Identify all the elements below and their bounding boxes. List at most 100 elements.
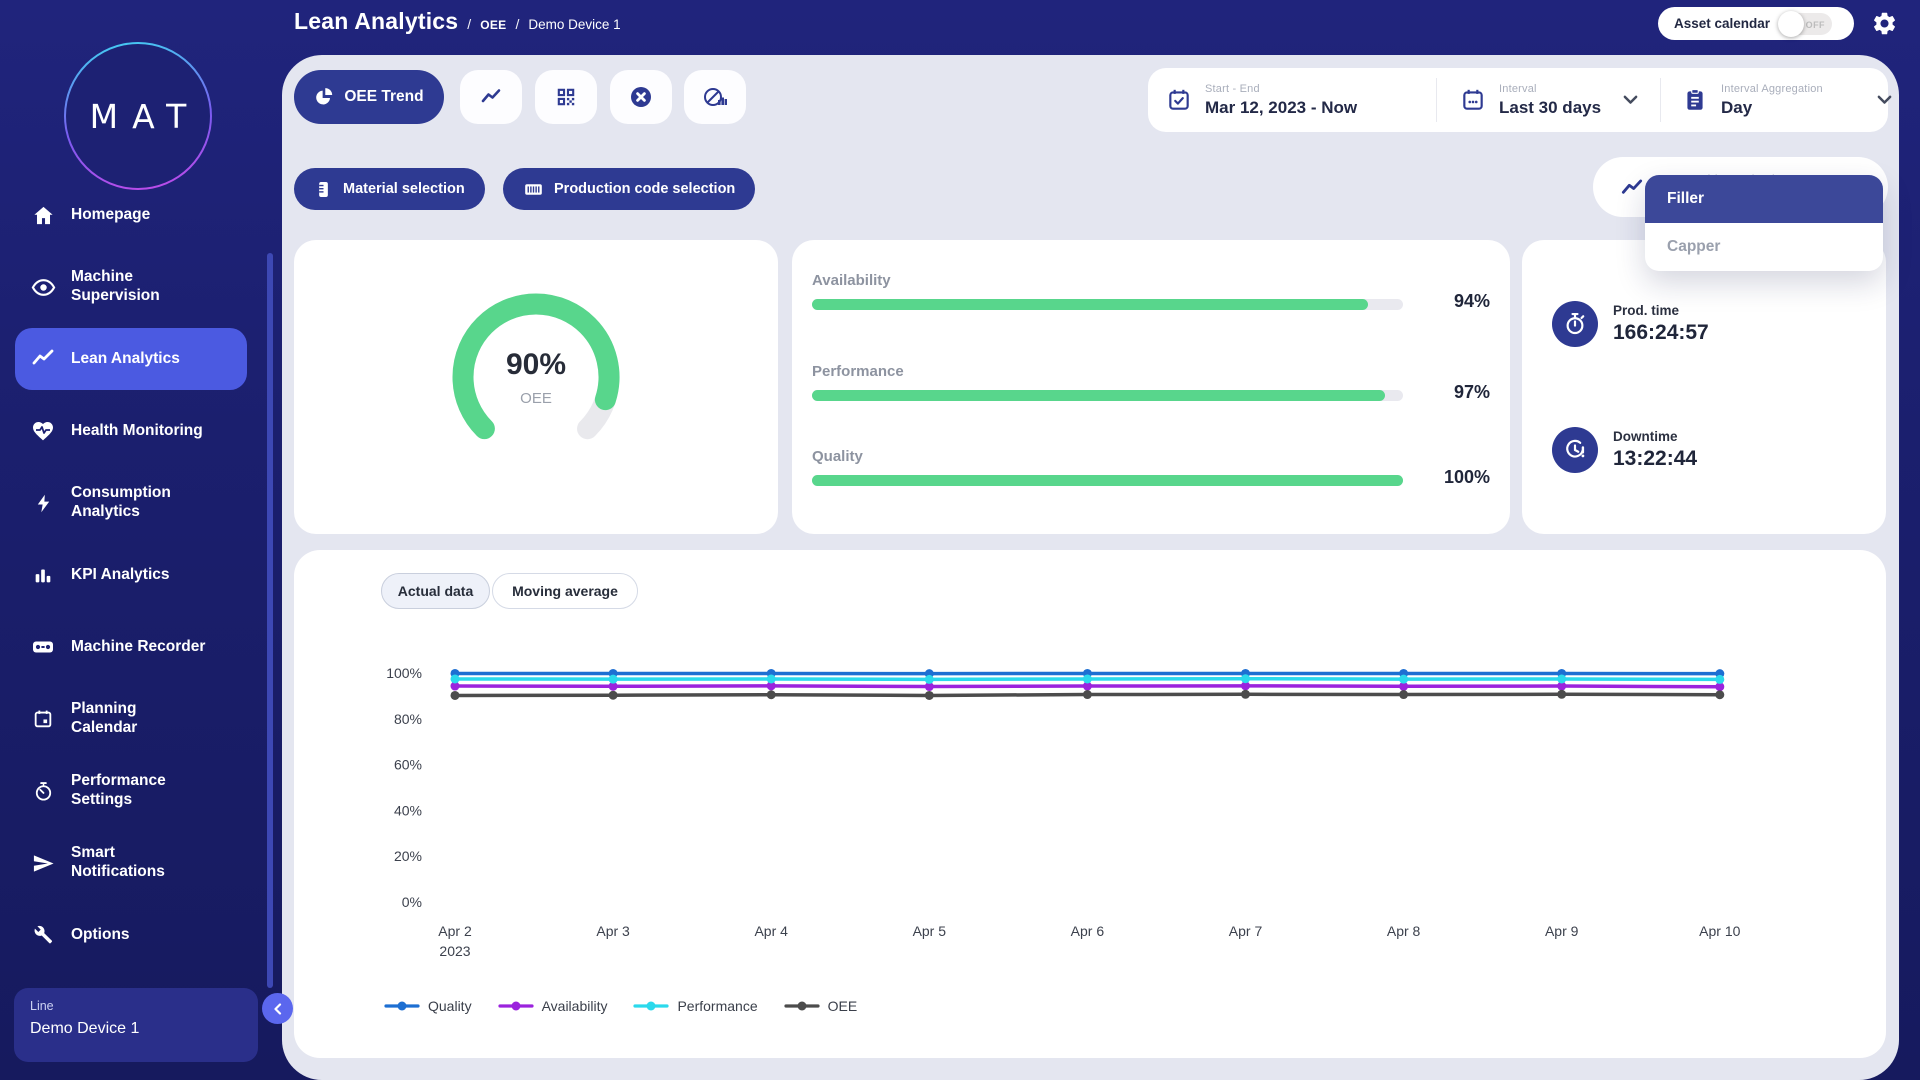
data-point[interactable] <box>1399 675 1408 684</box>
data-point[interactable] <box>1715 675 1724 684</box>
sidebar-item-performance-settings[interactable]: Performance Settings <box>0 755 282 827</box>
prod-time-value: 166:24:57 <box>1613 321 1709 345</box>
dropdown-option-filler[interactable]: Filler <box>1645 175 1883 223</box>
page-title: Lean Analytics <box>294 8 458 35</box>
performance-bar-row: Performance 97% <box>812 363 1490 380</box>
dropdown-option-capper[interactable]: Capper <box>1645 223 1883 271</box>
machine-selection-dropdown: Filler Capper <box>1645 175 1883 271</box>
legend-label: OEE <box>828 998 858 1014</box>
sidebar-item-lean-analytics[interactable]: Lean Analytics <box>0 323 282 395</box>
bolt-icon <box>30 490 56 516</box>
toggle-knob[interactable] <box>1778 11 1804 37</box>
data-point[interactable] <box>609 675 618 684</box>
data-point[interactable] <box>767 690 776 699</box>
sidebar-item-smart-notifications[interactable]: Smart Notifications <box>0 827 282 899</box>
legend-item-quality[interactable]: Quality <box>384 998 472 1014</box>
data-point[interactable] <box>609 691 618 700</box>
sidebar: MAT Homepage Machine Supervision Lean An… <box>0 0 282 1080</box>
sidebar-item-machine-supervision[interactable]: Machine Supervision <box>0 251 282 323</box>
data-point[interactable] <box>925 675 934 684</box>
x-axis-tick: Apr 4 <box>754 923 788 939</box>
data-point[interactable] <box>767 674 776 683</box>
availability-value: 94% <box>1454 291 1490 312</box>
chevron-down-icon <box>1877 95 1892 105</box>
legend-item-availability[interactable]: Availability <box>498 998 608 1014</box>
interval-value: Last 30 days <box>1499 98 1601 118</box>
prod-time-row: Prod. time 166:24:57 <box>1552 301 1709 347</box>
device-card[interactable]: Line Demo Device 1 <box>14 988 258 1062</box>
downtime-value: 13:22:44 <box>1613 447 1697 471</box>
data-point[interactable] <box>1557 690 1566 699</box>
chevron-down-icon <box>1623 95 1638 105</box>
divider <box>1436 78 1437 122</box>
aggregation-select[interactable]: Interval Aggregation Day <box>1682 68 1892 132</box>
availability-bar-fill <box>812 299 1368 310</box>
start-end-label: Start - End <box>1205 83 1357 95</box>
data-point[interactable] <box>1083 690 1092 699</box>
send-icon <box>30 850 56 876</box>
sidebar-item-health-monitoring[interactable]: Health Monitoring <box>0 395 282 467</box>
no-data-chart-button[interactable] <box>684 70 746 124</box>
breadcrumb-separator: / <box>467 16 471 32</box>
clipboard-icon <box>1682 87 1708 113</box>
data-point[interactable] <box>1557 674 1566 683</box>
tab-actual-data[interactable]: Actual data <box>381 573 490 609</box>
sidebar-item-homepage[interactable]: Homepage <box>0 179 282 251</box>
settings-gear-icon[interactable] <box>1871 10 1898 37</box>
legend-label: Quality <box>428 998 472 1014</box>
legend-marker <box>498 1000 534 1012</box>
clear-selection-button[interactable] <box>610 70 672 124</box>
sidebar-item-machine-recorder[interactable]: Machine Recorder <box>0 611 282 683</box>
data-point[interactable] <box>1399 690 1408 699</box>
data-point[interactable] <box>1241 690 1250 699</box>
breadcrumb-device[interactable]: Demo Device 1 <box>528 17 620 32</box>
asset-calendar-toggle-pill[interactable]: Asset calendar OFF <box>1658 7 1854 40</box>
oee-trend-button[interactable]: OEE Trend <box>294 70 444 124</box>
performance-value: 97% <box>1454 382 1490 403</box>
breadcrumb-oee[interactable]: OEE <box>480 18 506 32</box>
y-axis-tick: 0% <box>402 894 422 910</box>
wrench-icon <box>30 922 56 948</box>
x-axis-tick: Apr 3 <box>596 923 630 939</box>
x-axis-year-label: 2023 <box>439 943 470 959</box>
data-point[interactable] <box>451 674 460 683</box>
production-code-selection-button[interactable]: Production code selection <box>503 168 755 210</box>
barcode-icon <box>523 179 544 200</box>
quality-label: Quality <box>812 448 1490 465</box>
material-selection-button[interactable]: Material selection <box>294 168 485 210</box>
x-axis-tick: Apr 7 <box>1229 923 1263 939</box>
interval-select[interactable]: Interval Last 30 days <box>1460 68 1638 132</box>
sidebar-collapse-button[interactable] <box>262 993 293 1024</box>
tab-moving-average[interactable]: Moving average <box>492 573 638 609</box>
interval-label: Interval <box>1499 83 1601 95</box>
x-axis-tick: Apr 9 <box>1545 923 1579 939</box>
quality-bar-row: Quality 100% <box>812 448 1490 465</box>
times-card <box>1522 240 1886 534</box>
sidebar-item-options[interactable]: Options <box>0 899 282 971</box>
data-point[interactable] <box>925 691 934 700</box>
data-point[interactable] <box>1083 674 1092 683</box>
sidebar-item-planning-calendar[interactable]: Planning Calendar <box>0 683 282 755</box>
qr-code-button[interactable] <box>535 70 597 124</box>
date-range-control[interactable]: Start - End Mar 12, 2023 - Now <box>1166 68 1357 132</box>
availability-label: Availability <box>812 272 1490 289</box>
qr-code-icon <box>555 86 577 108</box>
toggle-off-label: OFF <box>1806 20 1826 30</box>
asset-calendar-switch[interactable]: OFF <box>1780 13 1832 35</box>
trend-chart-button[interactable] <box>460 70 522 124</box>
recorder-icon <box>30 634 56 660</box>
no-data-chart-icon <box>702 84 728 110</box>
sidebar-scrollbar[interactable] <box>267 253 273 988</box>
legend-item-performance[interactable]: Performance <box>633 998 757 1014</box>
legend-item-oee[interactable]: OEE <box>784 998 858 1014</box>
data-point[interactable] <box>1241 674 1250 683</box>
sidebar-item-consumption-analytics[interactable]: Consumption Analytics <box>0 467 282 539</box>
x-axis-tick: Apr 8 <box>1387 923 1421 939</box>
sidebar-item-kpi-analytics[interactable]: KPI Analytics <box>0 539 282 611</box>
data-point[interactable] <box>451 691 460 700</box>
logo-text: MAT <box>76 97 201 136</box>
chart-legend: Quality Availability Performance OEE <box>384 998 857 1014</box>
eye-icon <box>30 274 56 300</box>
quality-value: 100% <box>1444 467 1490 488</box>
data-point[interactable] <box>1715 690 1724 699</box>
